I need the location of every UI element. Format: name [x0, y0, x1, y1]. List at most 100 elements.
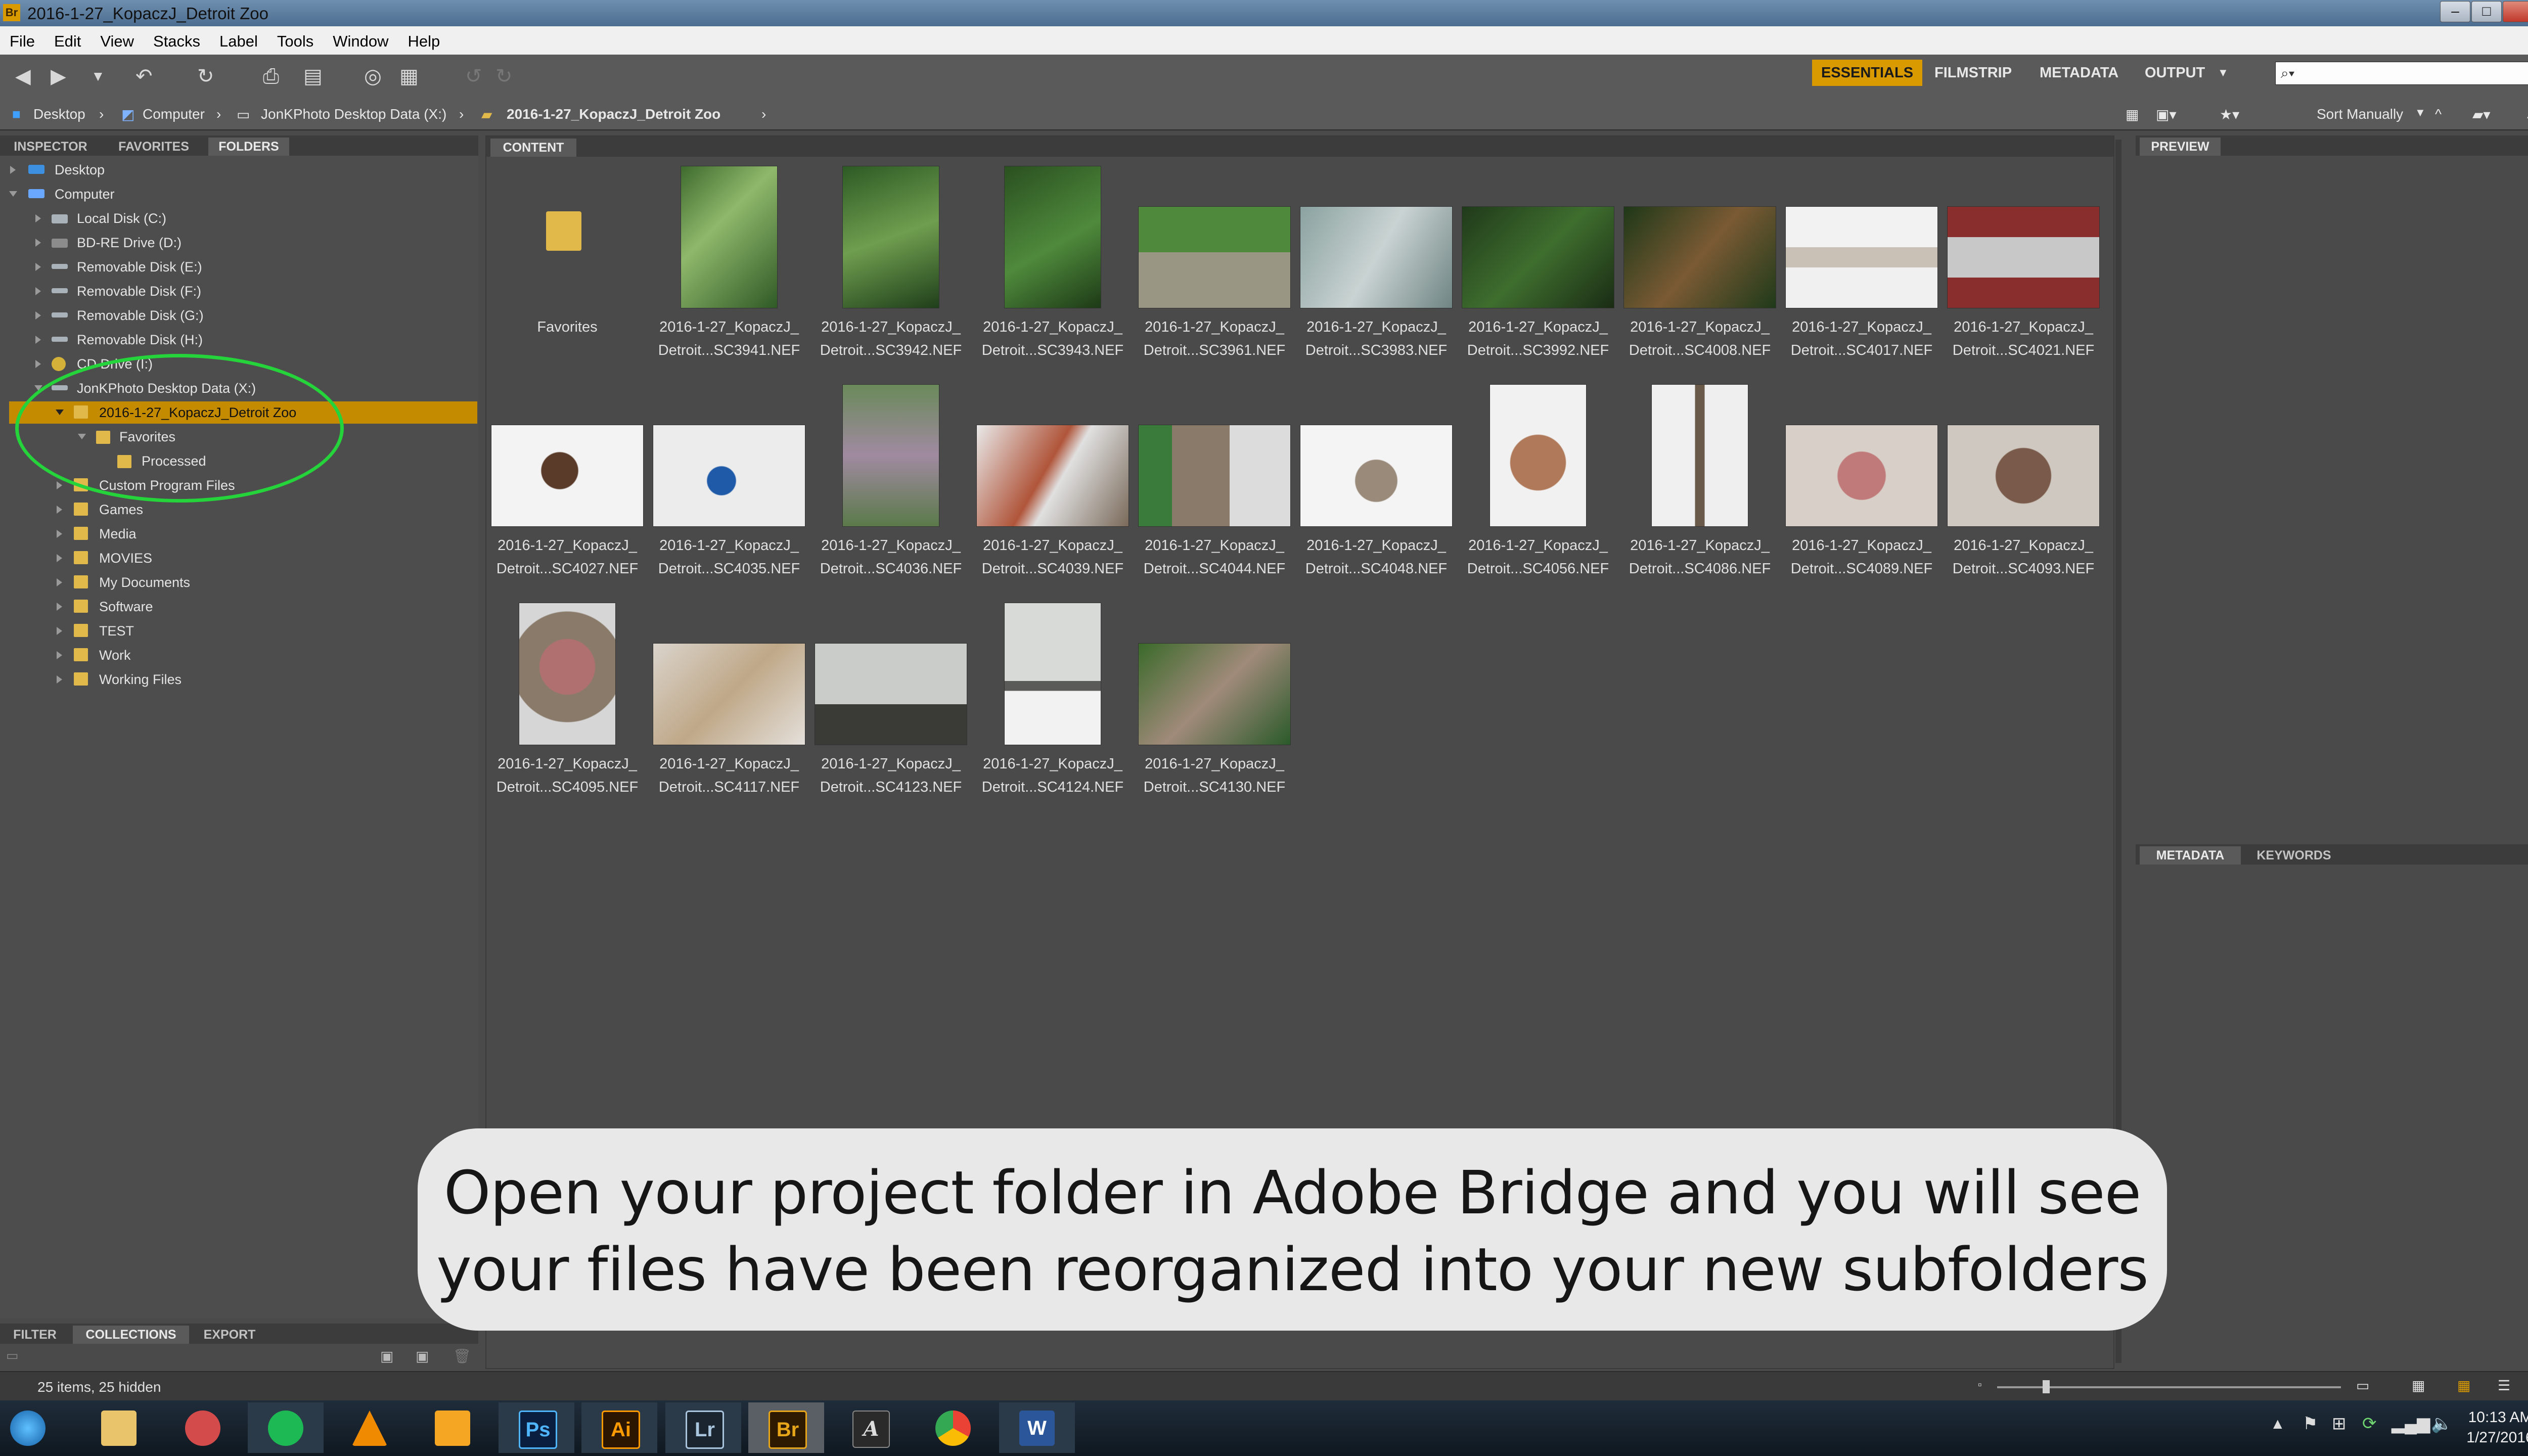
image-thumbnail[interactable]	[519, 603, 615, 745]
image-thumbnail[interactable]	[653, 644, 805, 745]
workspace-essentials[interactable]: ESSENTIALS	[1812, 60, 1922, 86]
menu-label[interactable]: Label	[210, 26, 267, 51]
open-recent-folder-icon[interactable]: ▰▾	[2472, 106, 2491, 123]
search-input[interactable]: ⌕▾	[2275, 62, 2528, 85]
windows-tray-icon[interactable]: ⊞	[2332, 1414, 2346, 1434]
minimize-button[interactable]: –	[2440, 1, 2470, 22]
taskbar-bridge[interactable]: Br	[748, 1402, 824, 1453]
workspace-output[interactable]: OUTPUT	[2145, 60, 2205, 86]
forward-arrow-icon[interactable]: ▶	[51, 64, 66, 89]
new-smart-collection-icon[interactable]: ▣	[416, 1348, 429, 1364]
tree-item-media[interactable]: Media	[99, 524, 137, 544]
sync-tray-icon[interactable]: ⟳	[2362, 1414, 2377, 1434]
taskbar-font-app[interactable]: A	[832, 1402, 908, 1453]
image-thumbnail[interactable]	[1139, 644, 1290, 745]
tab-favorites[interactable]: FAVORITES	[103, 138, 204, 156]
taskbar-photoshop[interactable]: Ps	[499, 1402, 574, 1453]
tab-filter[interactable]: FILTER	[2, 1326, 68, 1344]
image-thumbnail[interactable]	[1300, 425, 1452, 526]
collapse-triangle-icon[interactable]	[9, 191, 17, 197]
workspace-metadata[interactable]: METADATA	[2040, 60, 2118, 86]
tab-metadata[interactable]: METADATA	[2140, 846, 2241, 864]
expand-triangle-icon[interactable]	[10, 166, 16, 174]
workspace-filmstrip[interactable]: FILMSTRIP	[1934, 60, 2012, 86]
image-thumbnail[interactable]	[977, 425, 1128, 526]
menu-tools[interactable]: Tools	[267, 26, 323, 51]
tree-item-games[interactable]: Games	[99, 499, 143, 520]
tree-item-removable-h[interactable]: Removable Disk (H:)	[77, 330, 203, 350]
sort-menu-chevron-icon[interactable]: ▼	[2415, 106, 2426, 119]
expand-triangle-icon[interactable]	[57, 481, 62, 489]
expand-triangle-icon[interactable]	[57, 530, 62, 538]
show-hidden-icons-icon[interactable]: ▲	[2270, 1416, 2285, 1433]
volume-icon[interactable]: 🔈	[2431, 1414, 2452, 1434]
tree-item-test[interactable]: TEST	[99, 621, 134, 641]
delete-collection-icon[interactable]: 🗑	[453, 1348, 471, 1364]
taskbar-media-player[interactable]	[415, 1402, 490, 1453]
tree-item-my-documents[interactable]: My Documents	[99, 572, 190, 593]
expand-triangle-icon[interactable]	[35, 263, 41, 271]
maximize-button[interactable]: □	[2471, 1, 2502, 22]
rotate-right-icon[interactable]: ↻	[495, 64, 513, 89]
tree-item-removable-e[interactable]: Removable Disk (E:)	[77, 257, 202, 277]
taskbar-chrome[interactable]	[915, 1402, 991, 1453]
tab-keywords[interactable]: KEYWORDS	[2246, 846, 2342, 864]
expand-triangle-icon[interactable]	[57, 506, 62, 514]
taskbar-explorer[interactable]	[81, 1402, 157, 1453]
taskbar-illustrator[interactable]: Ai	[581, 1402, 657, 1453]
grid-view-icon[interactable]: ▦	[2126, 106, 2139, 123]
action-center-flag-icon[interactable]: ⚑	[2303, 1414, 2318, 1434]
tab-preview[interactable]: PREVIEW	[2140, 138, 2221, 156]
refine-icon[interactable]: ▤	[303, 64, 323, 89]
taskbar-word[interactable]: W	[999, 1402, 1075, 1453]
image-thumbnail[interactable]	[1948, 207, 2099, 308]
slider-thumb[interactable]	[2043, 1380, 2050, 1393]
image-thumbnail[interactable]	[1005, 603, 1101, 745]
menu-edit[interactable]: Edit	[44, 26, 91, 51]
image-thumbnail[interactable]	[1786, 207, 1937, 308]
tab-export[interactable]: EXPORT	[194, 1326, 265, 1344]
workspace-menu-chevron-icon[interactable]: ▼	[2218, 60, 2229, 86]
network-icon[interactable]: ▂▄▆	[2391, 1414, 2430, 1434]
sort-ascending-icon[interactable]: ^	[2435, 106, 2442, 122]
expand-triangle-icon[interactable]	[35, 287, 41, 295]
back-arrow-icon[interactable]: ◀	[15, 64, 31, 89]
menu-window[interactable]: Window	[323, 26, 398, 51]
lock-grid-icon[interactable]: ▦	[2412, 1377, 2425, 1394]
tab-content[interactable]: CONTENT	[490, 139, 576, 157]
breadcrumb-desktop[interactable]: Desktop	[33, 106, 85, 122]
menu-view[interactable]: View	[91, 26, 144, 51]
tab-inspector[interactable]: INSPECTOR	[5, 138, 96, 156]
expand-triangle-icon[interactable]	[57, 651, 62, 659]
expand-triangle-icon[interactable]	[35, 360, 41, 368]
tab-folders[interactable]: FOLDERS	[208, 138, 289, 156]
expand-triangle-icon[interactable]	[57, 675, 62, 684]
taskbar-snipping[interactable]	[165, 1402, 241, 1453]
tab-collections[interactable]: COLLECTIONS	[73, 1326, 189, 1344]
star-filter-icon[interactable]: ★▾	[2220, 106, 2239, 123]
taskbar-spotify[interactable]	[248, 1402, 324, 1453]
close-button[interactable]: ✕	[2503, 1, 2528, 22]
image-thumbnail[interactable]	[1652, 385, 1748, 526]
clock[interactable]: 10:13 AM 1/27/2016	[2462, 1407, 2528, 1448]
boomerang-icon[interactable]: ↶	[136, 64, 153, 89]
tree-item-removable-f[interactable]: Removable Disk (F:)	[77, 281, 201, 301]
image-thumbnail[interactable]	[1462, 207, 1614, 308]
tree-item-bd-re-drive[interactable]: BD-RE Drive (D:)	[77, 233, 182, 253]
expand-triangle-icon[interactable]	[57, 554, 62, 562]
tree-item-working-files[interactable]: Working Files	[99, 669, 182, 690]
expand-triangle-icon[interactable]	[35, 311, 41, 320]
output-icon[interactable]: ▦	[399, 64, 419, 89]
small-thumb-icon[interactable]: ▫	[1978, 1378, 1982, 1391]
expand-triangle-icon[interactable]	[35, 214, 41, 222]
tree-item-removable-g[interactable]: Removable Disk (G:)	[77, 305, 204, 326]
expand-triangle-icon[interactable]	[57, 578, 62, 586]
large-thumb-icon[interactable]: ▭	[2356, 1377, 2369, 1394]
image-thumbnail[interactable]	[681, 166, 777, 308]
tree-item-desktop[interactable]: Desktop	[55, 160, 105, 180]
breadcrumb-current-folder[interactable]: 2016-1-27_KopaczJ_Detroit Zoo	[507, 106, 720, 122]
taskbar-vlc[interactable]	[332, 1402, 408, 1453]
image-thumbnail[interactable]	[1005, 166, 1101, 308]
image-thumbnail[interactable]	[1139, 207, 1290, 308]
camera-download-icon[interactable]: ⎙	[263, 64, 279, 89]
